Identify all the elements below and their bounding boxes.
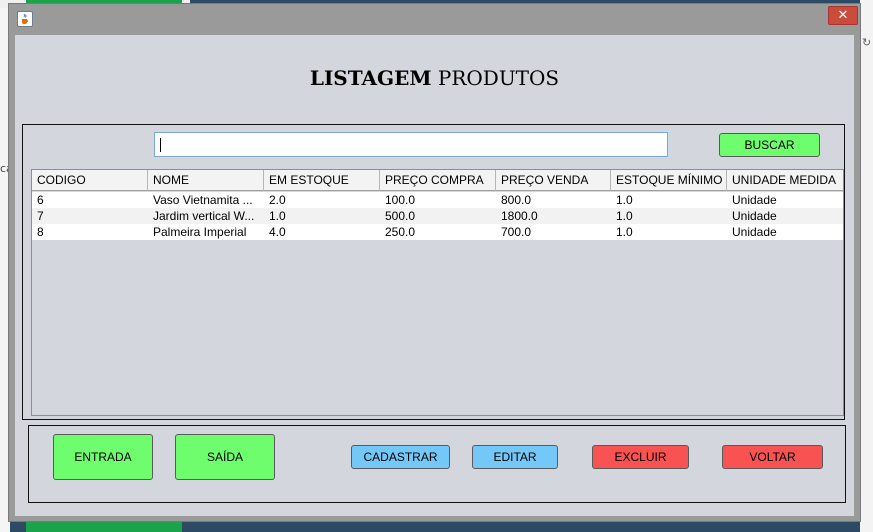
close-icon: ✕ — [837, 8, 849, 23]
cell-preco-venda: 700.0 — [501, 225, 532, 239]
text-caret — [160, 138, 161, 152]
refresh-icon: ↻ — [862, 36, 872, 49]
voltar-button[interactable]: VOLTAR — [722, 445, 823, 469]
column-header-preco-compra[interactable]: PREÇO COMPRA — [380, 170, 496, 191]
cell-codigo: 7 — [37, 209, 44, 223]
page-title: LISTAGEM PRODUTOS — [15, 66, 854, 90]
cell-estoque-minimo: 1.0 — [616, 193, 633, 207]
cell-em-estoque: 4.0 — [269, 225, 286, 239]
buscar-button[interactable]: BUSCAR — [719, 133, 820, 157]
saida-button[interactable]: SAÍDA — [175, 434, 275, 480]
column-header-preco-venda[interactable]: PREÇO VENDA — [496, 170, 611, 191]
entrada-button[interactable]: ENTRADA — [53, 434, 153, 480]
title-bar: ✕ — [9, 4, 860, 34]
table-row[interactable]: 6 Vaso Vietnamita ... 2.0 100.0 800.0 1.… — [32, 192, 843, 208]
cadastrar-button[interactable]: CADASTRAR — [351, 445, 450, 469]
products-table: CODIGO NOME EM ESTOQUE PREÇO COMPRA PREÇ… — [31, 169, 844, 416]
cell-codigo: 6 — [37, 193, 44, 207]
column-header-estoque-minimo[interactable]: ESTOQUE MÍNIMO — [611, 170, 727, 191]
search-input[interactable] — [154, 132, 668, 157]
cell-preco-venda: 1800.0 — [501, 209, 538, 223]
page-title-bold: LISTAGEM — [309, 66, 432, 90]
cell-em-estoque: 2.0 — [269, 193, 286, 207]
cell-nome: Jardim vertical W... — [153, 209, 255, 223]
table-body: 6 Vaso Vietnamita ... 2.0 100.0 800.0 1.… — [32, 192, 843, 240]
close-button[interactable]: ✕ — [828, 6, 858, 25]
produtos-window: ✕ LISTAGEM PRODUTOS BUSCAR CODIGO NOME E… — [8, 3, 861, 522]
column-header-codigo[interactable]: CODIGO — [32, 170, 148, 191]
excluir-button[interactable]: EXCLUIR — [592, 445, 689, 469]
java-cup-icon — [17, 11, 33, 27]
cell-nome: Palmeira Imperial — [153, 225, 247, 239]
cell-preco-compra: 100.0 — [385, 193, 416, 207]
page-title-regular: PRODUTOS — [431, 66, 560, 90]
column-header-nome[interactable]: NOME — [148, 170, 264, 191]
table-header: CODIGO NOME EM ESTOQUE PREÇO COMPRA PREÇ… — [32, 170, 843, 191]
cell-unidade-medida: Unidade — [732, 193, 777, 207]
cell-nome: Vaso Vietnamita ... — [153, 193, 253, 207]
cell-estoque-minimo: 1.0 — [616, 209, 633, 223]
cell-em-estoque: 1.0 — [269, 209, 286, 223]
cell-estoque-minimo: 1.0 — [616, 225, 633, 239]
column-header-em-estoque[interactable]: EM ESTOQUE — [264, 170, 380, 191]
column-header-unidade-medida[interactable]: UNIDADE MEDIDA — [727, 170, 843, 191]
background-green-bar-bottom — [26, 522, 182, 532]
editar-button[interactable]: EDITAR — [472, 445, 558, 469]
cell-preco-compra: 500.0 — [385, 209, 416, 223]
cell-preco-venda: 800.0 — [501, 193, 532, 207]
table-row[interactable]: 8 Palmeira Imperial 4.0 250.0 700.0 1.0 … — [32, 224, 843, 240]
cell-unidade-medida: Unidade — [732, 225, 777, 239]
background-right-window — [860, 0, 873, 532]
cell-codigo: 8 — [37, 225, 44, 239]
cell-unidade-medida: Unidade — [732, 209, 777, 223]
table-row[interactable]: 7 Jardim vertical W... 1.0 500.0 1800.0 … — [32, 208, 843, 224]
cell-preco-compra: 250.0 — [385, 225, 416, 239]
window-content: LISTAGEM PRODUTOS BUSCAR CODIGO NOME EM … — [15, 35, 854, 516]
